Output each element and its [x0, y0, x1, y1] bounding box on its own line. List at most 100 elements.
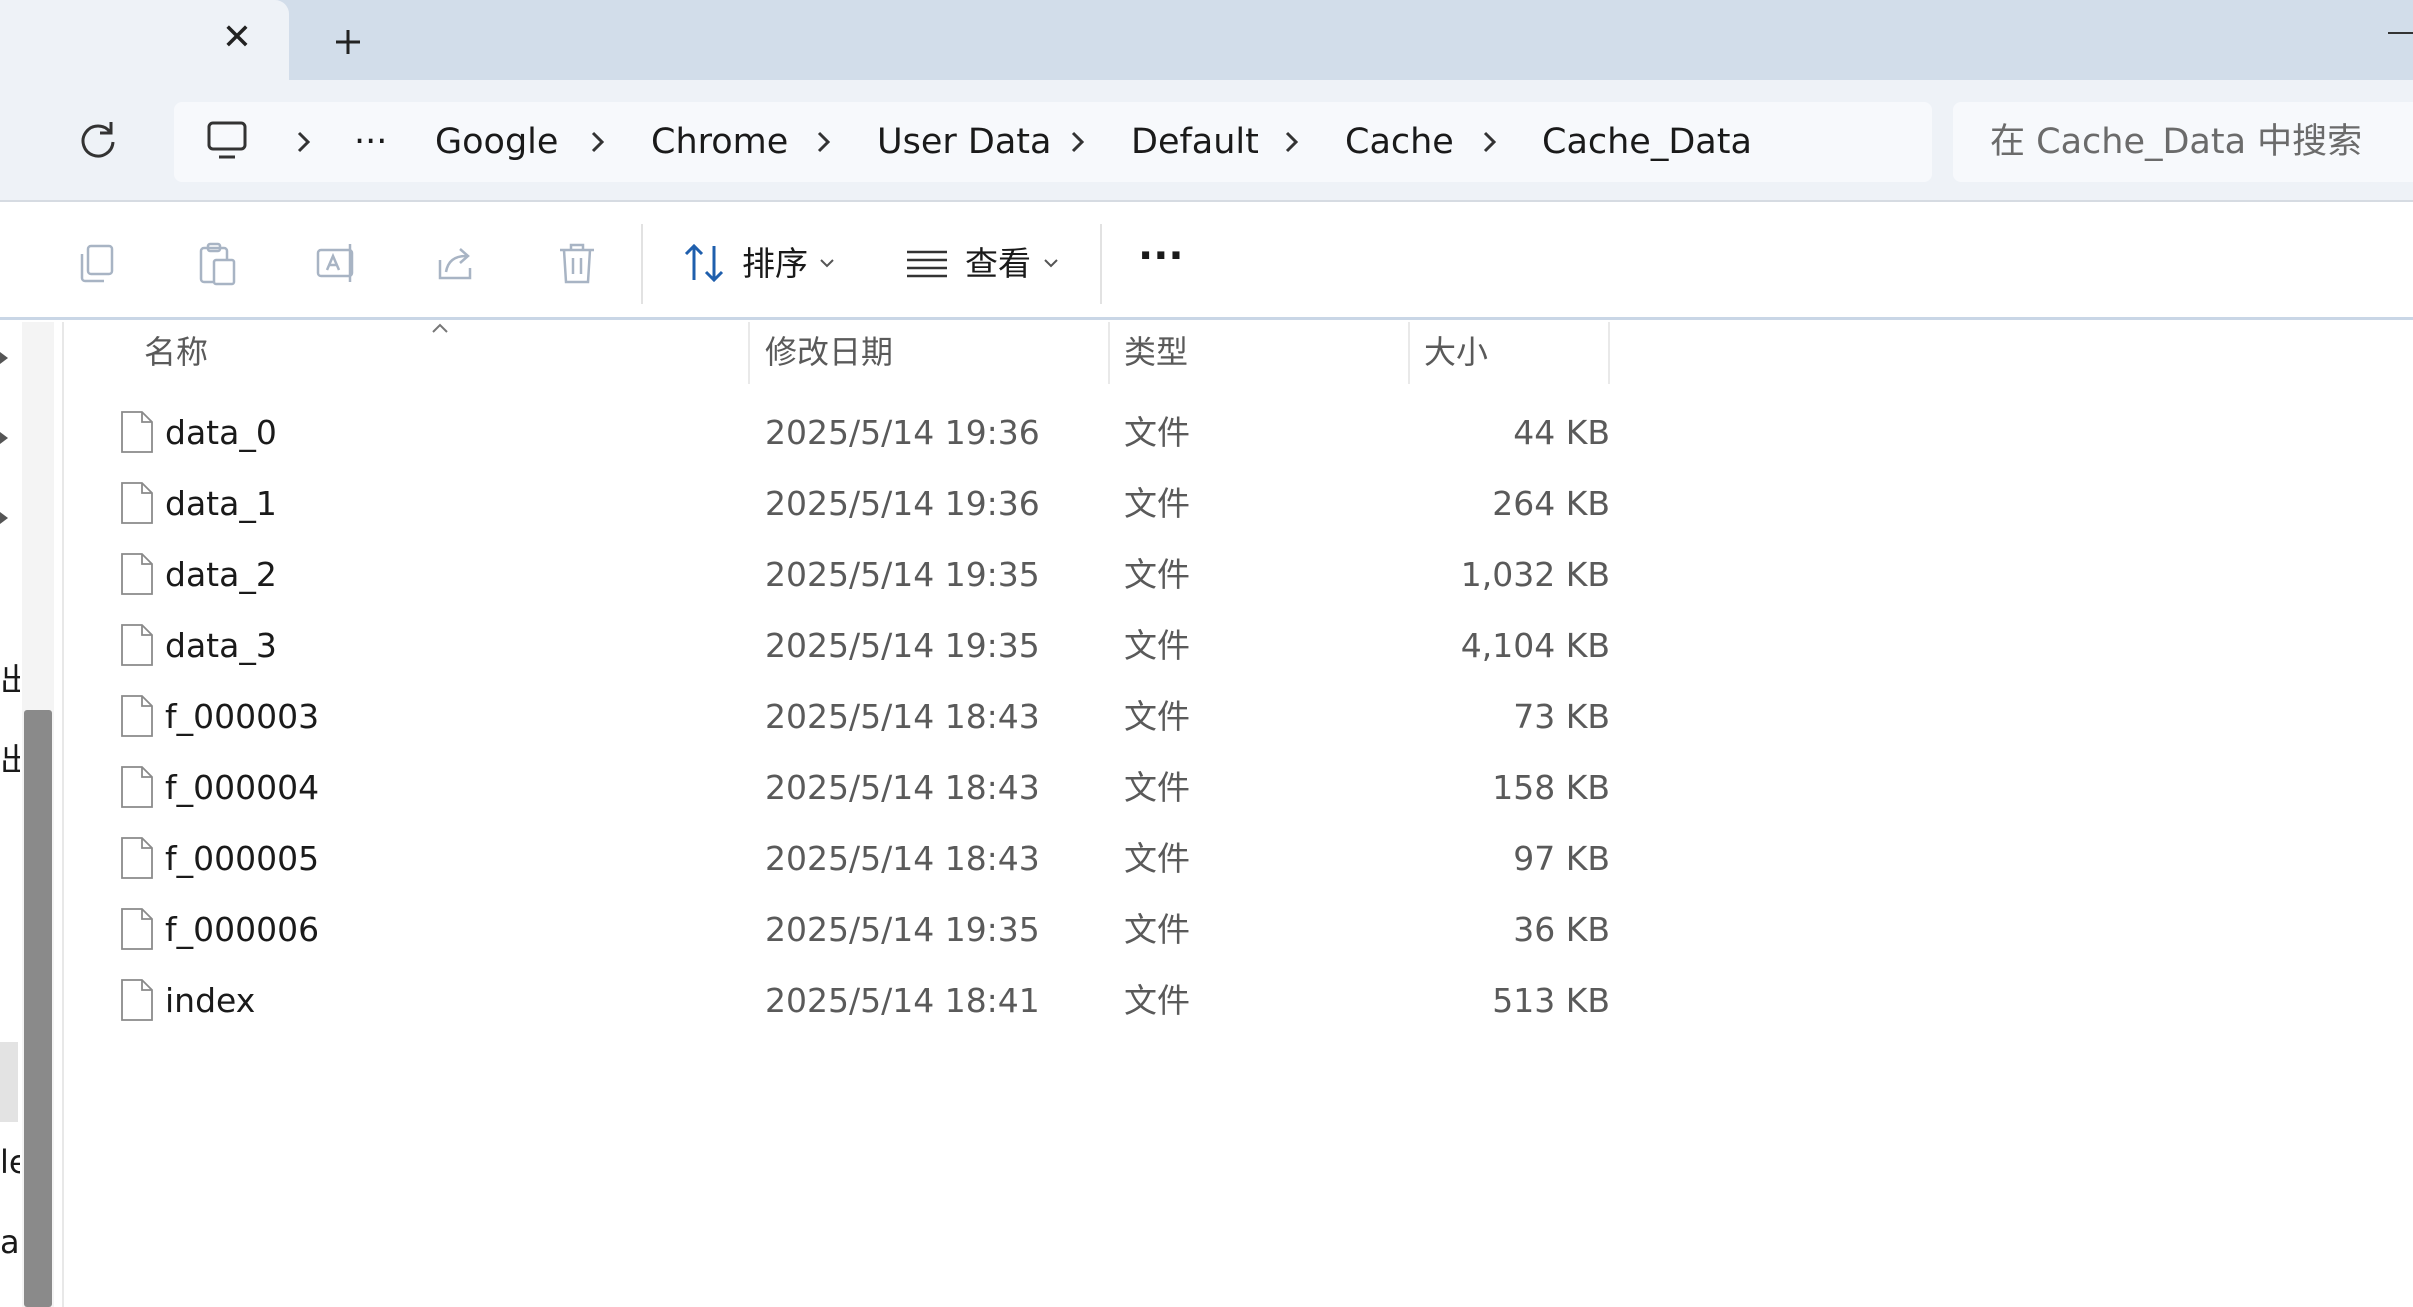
file-date: 2025/5/14 18:41	[765, 981, 1040, 1020]
plus-icon[interactable]	[326, 20, 370, 64]
breadcrumb-item-current[interactable]: Cache_Data	[1542, 120, 1752, 164]
file-type: 文件	[1124, 768, 1190, 807]
column-divider[interactable]	[1408, 322, 1410, 384]
file-type: 文件	[1124, 555, 1190, 594]
column-header-name[interactable]: 名称	[144, 330, 208, 374]
sidebar-item-label[interactable]: 出	[0, 740, 20, 780]
file-type: 文件	[1124, 484, 1190, 523]
table-row[interactable]: f_000003 2025/5/14 18:43 文件 73 KB	[100, 682, 1610, 752]
table-row[interactable]: index 2025/5/14 18:41 文件 513 KB	[100, 966, 1610, 1036]
table-row[interactable]: f_000004 2025/5/14 18:43 文件 158 KB	[100, 753, 1610, 823]
sort-button[interactable]: 排序	[742, 244, 808, 284]
file-date: 2025/5/14 19:36	[765, 484, 1040, 523]
paste-icon[interactable]	[192, 238, 242, 288]
sort-icon[interactable]	[680, 238, 730, 288]
file-type: 文件	[1124, 839, 1190, 878]
file-icon	[121, 482, 153, 524]
file-date: 2025/5/14 19:35	[765, 555, 1040, 594]
column-divider[interactable]	[748, 322, 750, 384]
chevron-down-icon[interactable]	[1042, 256, 1060, 270]
file-icon	[121, 411, 153, 453]
table-row[interactable]: f_000005 2025/5/14 18:43 文件 97 KB	[100, 824, 1610, 894]
file-size: 36 KB	[1513, 910, 1610, 949]
file-size: 44 KB	[1513, 413, 1610, 452]
chevron-right-icon[interactable]	[1274, 124, 1310, 160]
sort-ascending-indicator	[432, 323, 448, 333]
file-name[interactable]: data_3	[165, 624, 277, 668]
file-icon	[121, 695, 153, 737]
computer-icon[interactable]	[204, 118, 250, 164]
file-name[interactable]: index	[165, 979, 255, 1023]
file-name[interactable]: f_000006	[165, 908, 319, 952]
file-name[interactable]: f_000005	[165, 837, 319, 881]
column-header-type[interactable]: 类型	[1124, 330, 1188, 374]
breadcrumb-item[interactable]: User Data	[877, 120, 1051, 164]
table-row[interactable]: data_1 2025/5/14 19:36 文件 264 KB	[100, 469, 1610, 539]
chevron-down-icon[interactable]	[818, 256, 836, 270]
view-list-icon[interactable]	[902, 238, 952, 288]
file-size: 97 KB	[1513, 839, 1610, 878]
file-name[interactable]: data_2	[165, 553, 277, 597]
chevron-right-icon[interactable]	[806, 124, 842, 160]
file-icon	[121, 908, 153, 950]
file-date: 2025/5/14 19:36	[765, 413, 1040, 452]
breadcrumb-item[interactable]: Chrome	[651, 120, 788, 164]
sidebar-item-label[interactable]: le	[0, 1142, 20, 1182]
file-size: 73 KB	[1513, 697, 1610, 736]
file-date: 2025/5/14 19:35	[765, 626, 1040, 665]
sidebar-scrollbar-thumb[interactable]	[24, 710, 52, 1307]
refresh-icon[interactable]	[74, 116, 122, 164]
file-icon	[121, 553, 153, 595]
column-divider[interactable]	[1608, 322, 1610, 384]
file-date: 2025/5/14 19:35	[765, 910, 1040, 949]
file-date: 2025/5/14 18:43	[765, 697, 1040, 736]
sidebar-item-label[interactable]: a	[0, 1222, 20, 1262]
chevron-right-icon[interactable]	[1060, 124, 1096, 160]
file-name[interactable]: data_1	[165, 482, 277, 526]
rename-icon[interactable]	[312, 238, 362, 288]
chevron-right-icon[interactable]	[580, 124, 616, 160]
table-row[interactable]: data_0 2025/5/14 19:36 文件 44 KB	[100, 398, 1610, 468]
file-type: 文件	[1124, 981, 1190, 1020]
more-options-button[interactable]: ···	[1138, 236, 1184, 276]
table-row[interactable]: data_3 2025/5/14 19:35 文件 4,104 KB	[100, 611, 1610, 681]
table-row[interactable]: f_000006 2025/5/14 19:35 文件 36 KB	[100, 895, 1610, 965]
file-size: 513 KB	[1492, 981, 1610, 1020]
close-tab-icon[interactable]: ✕	[217, 18, 257, 58]
view-button[interactable]: 查看	[965, 244, 1031, 284]
file-icon	[121, 979, 153, 1021]
breadcrumb-item[interactable]: Cache	[1345, 120, 1454, 164]
file-icon	[121, 624, 153, 666]
file-icon	[121, 766, 153, 808]
column-header-size[interactable]: 大小	[1424, 330, 1488, 374]
delete-icon[interactable]	[552, 238, 602, 288]
breadcrumb-item[interactable]: Default	[1131, 120, 1259, 164]
share-icon[interactable]	[432, 238, 482, 288]
chevron-right-icon[interactable]	[286, 124, 322, 160]
file-type: 文件	[1124, 697, 1190, 736]
file-name[interactable]: f_000004	[165, 766, 319, 810]
minimize-button[interactable]	[2388, 32, 2413, 34]
breadcrumb-item[interactable]: Google	[435, 120, 558, 164]
copy-icon[interactable]	[72, 238, 122, 288]
file-size: 158 KB	[1492, 768, 1610, 807]
file-type: 文件	[1124, 910, 1190, 949]
sidebar-item-label[interactable]: 出	[0, 660, 20, 700]
column-header-date[interactable]: 修改日期	[765, 330, 893, 374]
file-size: 1,032 KB	[1460, 555, 1610, 594]
file-name[interactable]: f_000003	[165, 695, 319, 739]
column-divider[interactable]	[1108, 322, 1110, 384]
toolbar-separator	[1100, 224, 1102, 304]
search-input[interactable]: 在 Cache_Data 中搜索	[1990, 120, 2362, 164]
table-row[interactable]: data_2 2025/5/14 19:35 文件 1,032 KB	[100, 540, 1610, 610]
file-name[interactable]: data_0	[165, 411, 277, 455]
sidebar-selected-item[interactable]	[0, 1042, 18, 1122]
file-icon	[121, 837, 153, 879]
file-type: 文件	[1124, 413, 1190, 452]
expand-arrow-icon[interactable]	[0, 508, 12, 528]
file-type: 文件	[1124, 626, 1190, 665]
expand-arrow-icon[interactable]	[0, 348, 12, 368]
breadcrumb-overflow[interactable]: ···	[354, 120, 387, 164]
expand-arrow-icon[interactable]	[0, 428, 12, 448]
chevron-right-icon[interactable]	[1472, 124, 1508, 160]
